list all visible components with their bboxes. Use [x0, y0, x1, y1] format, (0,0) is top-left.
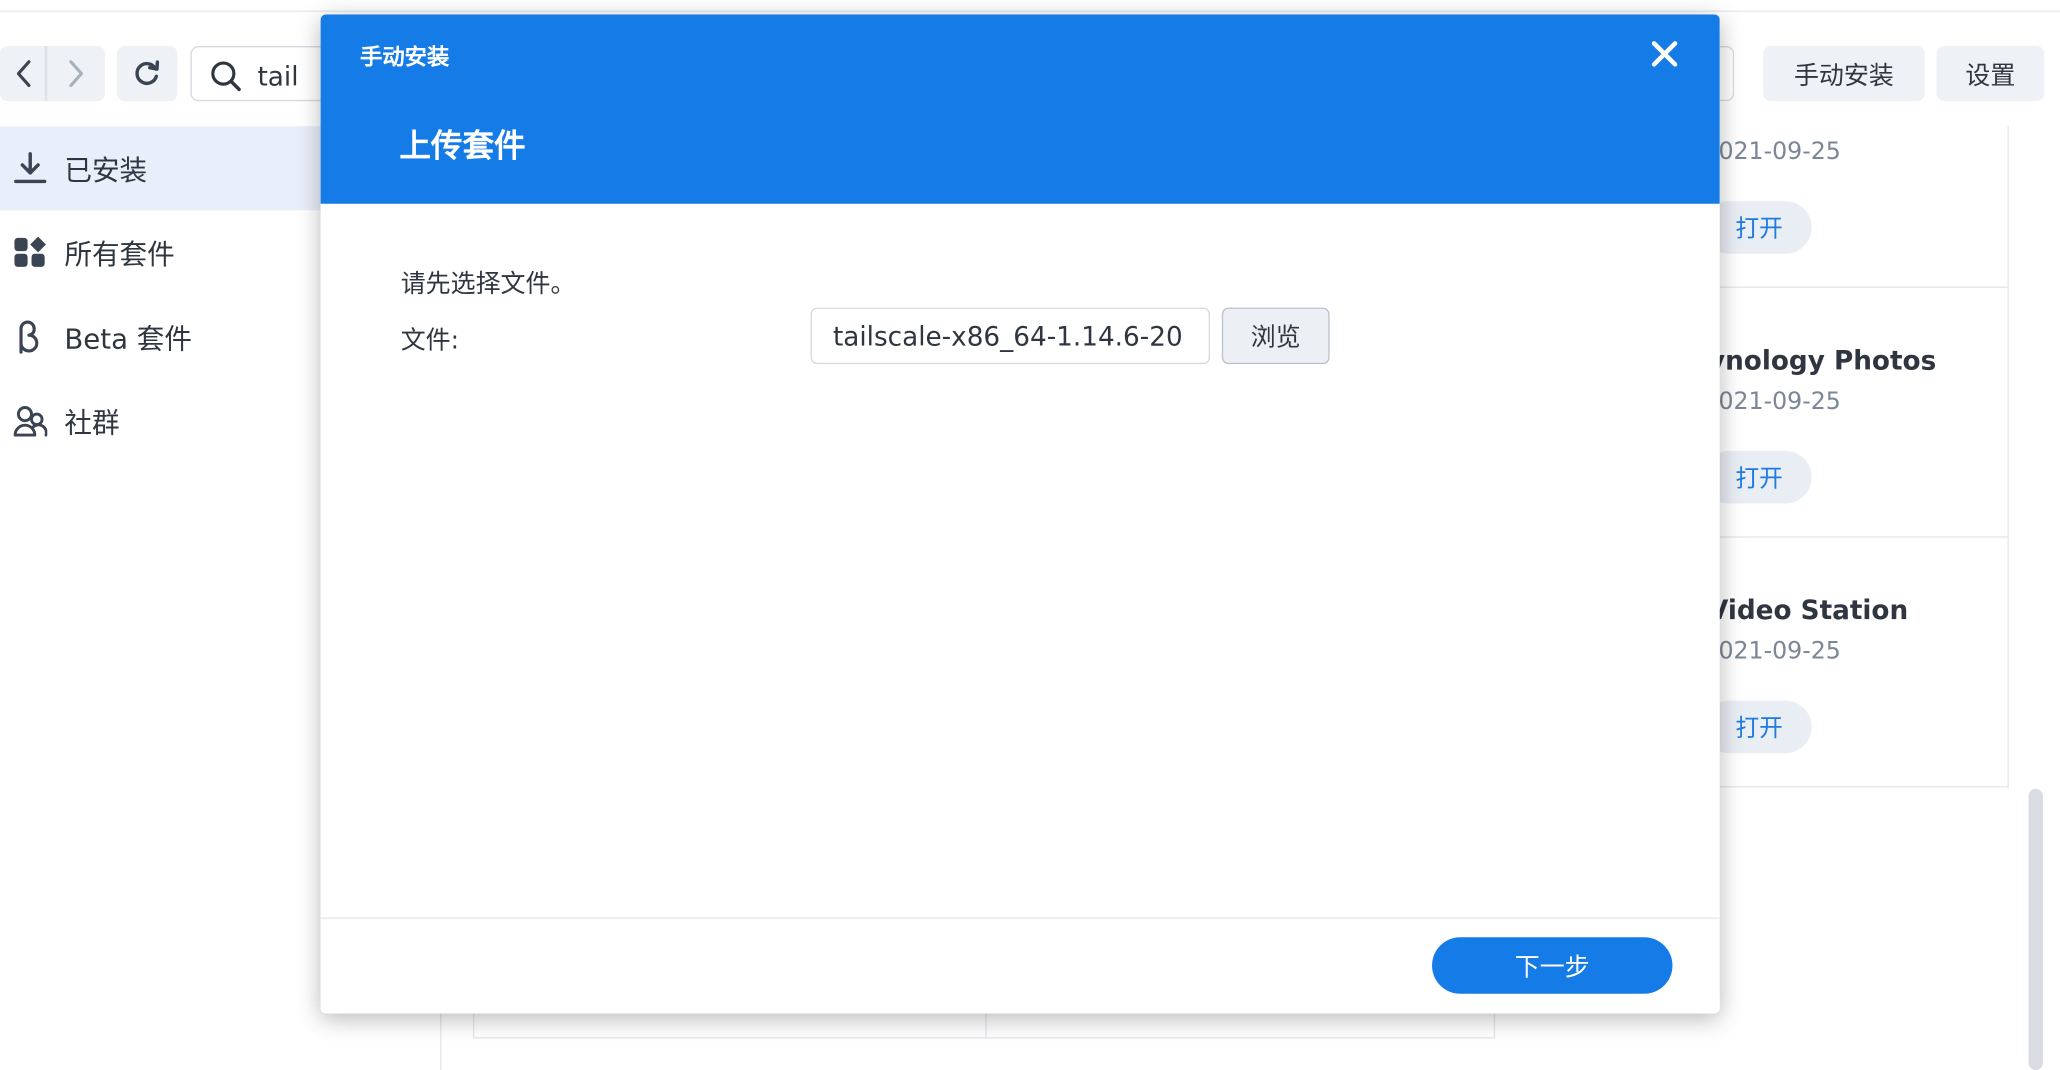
- scrollbar[interactable]: [2028, 788, 2043, 1070]
- dialog-window-title: 手动安装: [359, 44, 450, 71]
- beta-icon: [19, 320, 39, 354]
- package-date: 021-09-25: [1718, 138, 1841, 166]
- refresh-icon: [135, 60, 160, 86]
- sidebar-item-label: 已安装: [64, 155, 148, 187]
- package-divider: [1707, 536, 2008, 538]
- chevron-right-icon: [69, 60, 84, 88]
- sidebar-item-community[interactable]: 社群: [0, 379, 342, 463]
- close-icon[interactable]: [1648, 37, 1682, 71]
- package-date: 021-09-25: [1718, 637, 1841, 666]
- instruction-text: 请先选择文件。: [400, 269, 576, 299]
- next-button[interactable]: 下一步: [1432, 937, 1673, 994]
- sidebar-item-beta[interactable]: Beta 套件: [0, 294, 342, 378]
- sidebar-item-all-packages[interactable]: 所有套件: [0, 210, 342, 294]
- refresh-button[interactable]: [116, 46, 178, 102]
- app-window: tail 手动安装 设置 已安装 所有套件 Beta 套件 社群 021-09-…: [0, 0, 2060, 1070]
- forward-button[interactable]: [47, 46, 105, 101]
- community-icon: [13, 406, 48, 437]
- package-divider: [1707, 786, 2008, 788]
- card-divider: [985, 1012, 987, 1039]
- top-border: [0, 10, 2060, 12]
- manual-install-dialog: 手动安装 上传套件 请先选择文件。 文件: 浏览 下一步: [320, 14, 1720, 1014]
- dialog-heading: 上传套件: [399, 127, 526, 165]
- browse-button[interactable]: 浏览: [1221, 307, 1330, 365]
- sidebar-item-label: Beta 套件: [64, 323, 192, 355]
- search-input-value[interactable]: tail: [258, 60, 299, 92]
- manual-install-button[interactable]: 手动安装: [1763, 46, 1925, 102]
- back-button[interactable]: [0, 46, 46, 101]
- dialog-header: 手动安装 上传套件: [320, 14, 1720, 204]
- sidebar-item-label: 社群: [64, 407, 120, 440]
- search-icon: [211, 61, 241, 92]
- package-card: [472, 1012, 1496, 1039]
- package-name: Video Station: [1707, 594, 1909, 626]
- package-name: ynology Photos: [1707, 344, 1937, 376]
- dialog-footer-divider: [320, 917, 1720, 919]
- sidebar-item-label: 所有套件: [64, 239, 175, 271]
- grid-icon: [14, 236, 46, 267]
- sidebar-item-installed[interactable]: 已安装: [0, 126, 342, 211]
- sidebar: 已安装 所有套件 Beta 套件 社群: [0, 126, 342, 1070]
- settings-button[interactable]: 设置: [1936, 46, 2045, 102]
- file-path-input[interactable]: [810, 307, 1211, 365]
- download-icon: [14, 152, 47, 184]
- nav-button-group: [0, 46, 106, 102]
- package-divider: [1707, 286, 2008, 288]
- file-label: 文件:: [400, 325, 460, 355]
- chevron-left-icon: [16, 60, 30, 88]
- package-date: 021-09-25: [1718, 387, 1841, 416]
